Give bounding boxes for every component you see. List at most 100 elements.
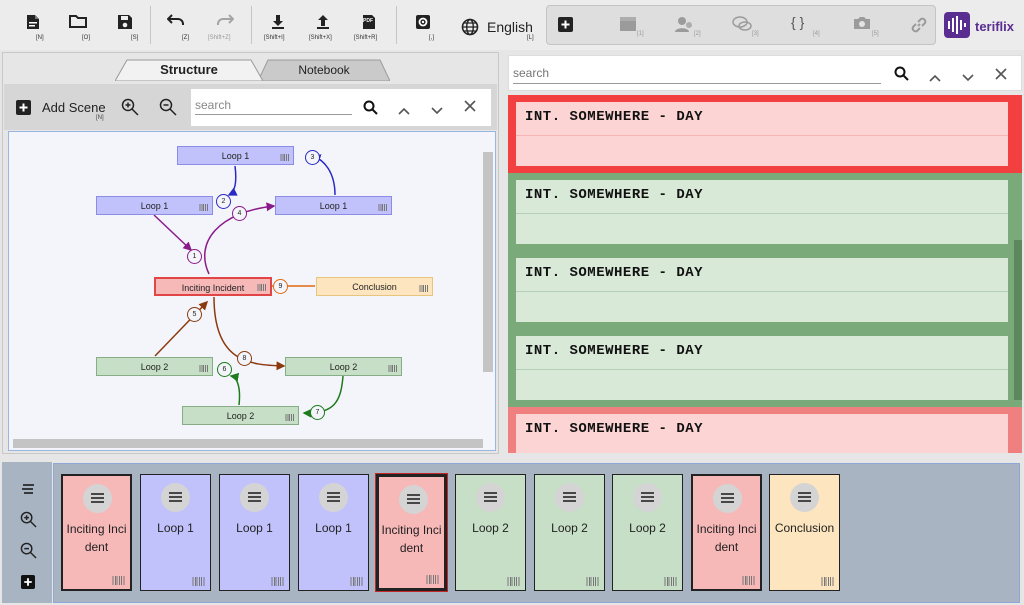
braces-icon: { } <box>791 14 805 30</box>
add-scene-button[interactable] <box>555 12 575 38</box>
edge-label[interactable]: 1 <box>187 249 202 264</box>
scene-heading[interactable]: INT. SOMEWHERE - DAY <box>525 265 703 281</box>
timeline-card[interactable]: Conclusion <box>769 474 840 591</box>
card-menu-button[interactable] <box>633 483 662 512</box>
edge-label[interactable]: 8 <box>237 351 252 366</box>
save-button[interactable]: [S] <box>114 4 138 46</box>
screenplay-scrollbar[interactable] <box>1014 240 1022 400</box>
scene-heading[interactable]: INT. SOMEWHERE - DAY <box>525 109 703 125</box>
zoom-out-button[interactable] <box>159 98 177 121</box>
structure-search-input[interactable] <box>195 95 352 115</box>
pdf-report-button[interactable]: PDF [Shift+R] <box>354 4 381 46</box>
card-menu-button[interactable] <box>83 484 112 513</box>
edge-label[interactable]: 2 <box>216 194 231 209</box>
search-next-button[interactable] <box>431 102 443 120</box>
scene-timeline[interactable]: Inciting Incident Loop 1 Loop 1 Loop 1 I… <box>53 463 1020 603</box>
search-prev-button[interactable] <box>929 69 941 87</box>
panel-splitter[interactable] <box>0 455 1024 461</box>
scene-block[interactable]: INT. SOMEWHERE - DAY <box>508 173 1022 251</box>
edge-label[interactable]: 3 <box>305 150 320 165</box>
dialogue-button[interactable]: [3] <box>727 6 759 48</box>
gear-icon <box>416 15 430 29</box>
timeline-card-selected[interactable]: Inciting Incident <box>376 474 447 591</box>
card-menu-button[interactable] <box>399 485 428 514</box>
new-file-button[interactable]: [N] <box>22 4 44 46</box>
shot-button[interactable]: [5] <box>847 6 879 48</box>
search-button[interactable] <box>363 100 378 120</box>
card-menu-button[interactable] <box>713 484 742 513</box>
structure-node-inciting-incident[interactable]: Inciting Incident <box>154 277 272 296</box>
scene-heading[interactable]: INT. SOMEWHERE - DAY <box>525 421 703 437</box>
card-menu-button[interactable] <box>555 483 584 512</box>
redo-button[interactable]: [Shift+Z] <box>208 4 238 46</box>
timeline-card[interactable]: Loop 2 <box>612 474 683 591</box>
open-file-button[interactable]: [O] <box>66 4 90 46</box>
timeline-zoom-out-button[interactable] <box>20 542 37 564</box>
timeline-card[interactable]: Loop 2 <box>534 474 605 591</box>
canvas-horizontal-scrollbar[interactable] <box>13 439 483 448</box>
add-scene-button[interactable] <box>16 100 32 116</box>
timeline-add-scene-button[interactable] <box>21 575 35 594</box>
add-scene-label[interactable]: Add Scene <box>42 100 106 115</box>
screenplay-editor[interactable]: INT. SOMEWHERE - DAY INT. SOMEWHERE - DA… <box>508 95 1022 453</box>
link-button[interactable] <box>905 6 933 48</box>
barcode-icon <box>350 577 363 586</box>
hamburger-icon <box>169 492 182 502</box>
upload-icon <box>317 15 329 29</box>
timeline-card[interactable]: Inciting Incident <box>61 474 132 591</box>
search-button[interactable] <box>894 66 909 86</box>
timeline-card[interactable]: Loop 1 <box>140 474 211 591</box>
structure-canvas[interactable]: Loop 1 Loop 1 Loop 1 Inciting Incident C… <box>8 131 496 451</box>
zoom-in-button[interactable] <box>121 98 139 121</box>
card-menu-button[interactable] <box>240 483 269 512</box>
timeline-card[interactable]: Loop 2 <box>455 474 526 591</box>
search-prev-button[interactable] <box>398 102 410 120</box>
card-label: Inciting Incident <box>381 523 442 555</box>
structure-node-loop-1[interactable]: Loop 1 <box>275 196 392 215</box>
canvas-vertical-scrollbar[interactable] <box>483 152 493 372</box>
structure-node-loop-1[interactable]: Loop 1 <box>96 196 213 215</box>
scene-block[interactable]: INT. SOMEWHERE - DAY <box>508 329 1022 407</box>
scene-heading[interactable]: INT. SOMEWHERE - DAY <box>525 343 703 359</box>
tab-structure[interactable]: Structure <box>115 59 263 81</box>
parenthetical-button[interactable]: { } [4] <box>787 6 820 48</box>
structure-node-loop-2[interactable]: Loop 2 <box>285 357 402 376</box>
structure-node-loop-2[interactable]: Loop 2 <box>96 357 213 376</box>
timeline-card[interactable]: Loop 1 <box>298 474 369 591</box>
scene-block[interactable]: INT. SOMEWHERE - DAY <box>508 251 1022 329</box>
character-button[interactable]: [2] <box>669 6 701 48</box>
timeline-card[interactable]: Loop 1 <box>219 474 290 591</box>
scene-block[interactable]: INT. SOMEWHERE - DAY <box>508 407 1022 453</box>
screenplay-search-input[interactable] <box>513 62 881 84</box>
export-button[interactable]: [Shift+X] <box>309 4 335 46</box>
barcode-icon <box>285 414 294 421</box>
structure-node-loop-2[interactable]: Loop 2 <box>182 406 299 425</box>
card-menu-button[interactable] <box>476 483 505 512</box>
card-menu-button[interactable] <box>790 483 819 512</box>
edge-label[interactable]: 4 <box>232 206 247 221</box>
undo-button[interactable]: [Z] <box>164 4 189 46</box>
list-view-button[interactable] <box>21 481 35 499</box>
search-clear-button[interactable] <box>464 99 476 117</box>
settings-button[interactable]: [,] <box>412 4 434 46</box>
import-button[interactable]: [Shift+I] <box>264 4 290 46</box>
scene-heading-button[interactable]: [1] <box>613 6 644 48</box>
card-label: Loop 2 <box>629 521 666 535</box>
card-label: Conclusion <box>774 521 835 535</box>
save-icon <box>118 15 132 29</box>
edge-label[interactable]: 9 <box>273 279 288 294</box>
tab-notebook[interactable]: Notebook <box>258 59 390 81</box>
timeline-card[interactable]: Inciting Incident <box>691 474 762 591</box>
structure-node-loop-1[interactable]: Loop 1 <box>177 146 294 165</box>
timeline-zoom-in-button[interactable] <box>20 511 37 533</box>
search-clear-button[interactable] <box>995 67 1007 85</box>
scene-heading[interactable]: INT. SOMEWHERE - DAY <box>525 187 703 203</box>
search-next-button[interactable] <box>962 69 974 87</box>
edge-label[interactable]: 6 <box>217 362 232 377</box>
edge-label[interactable]: 5 <box>187 307 202 322</box>
structure-node-conclusion[interactable]: Conclusion <box>316 277 433 296</box>
scene-block[interactable]: INT. SOMEWHERE - DAY <box>508 95 1022 173</box>
card-menu-button[interactable] <box>319 483 348 512</box>
card-menu-button[interactable] <box>161 483 190 512</box>
edge-label[interactable]: 7 <box>310 405 325 420</box>
